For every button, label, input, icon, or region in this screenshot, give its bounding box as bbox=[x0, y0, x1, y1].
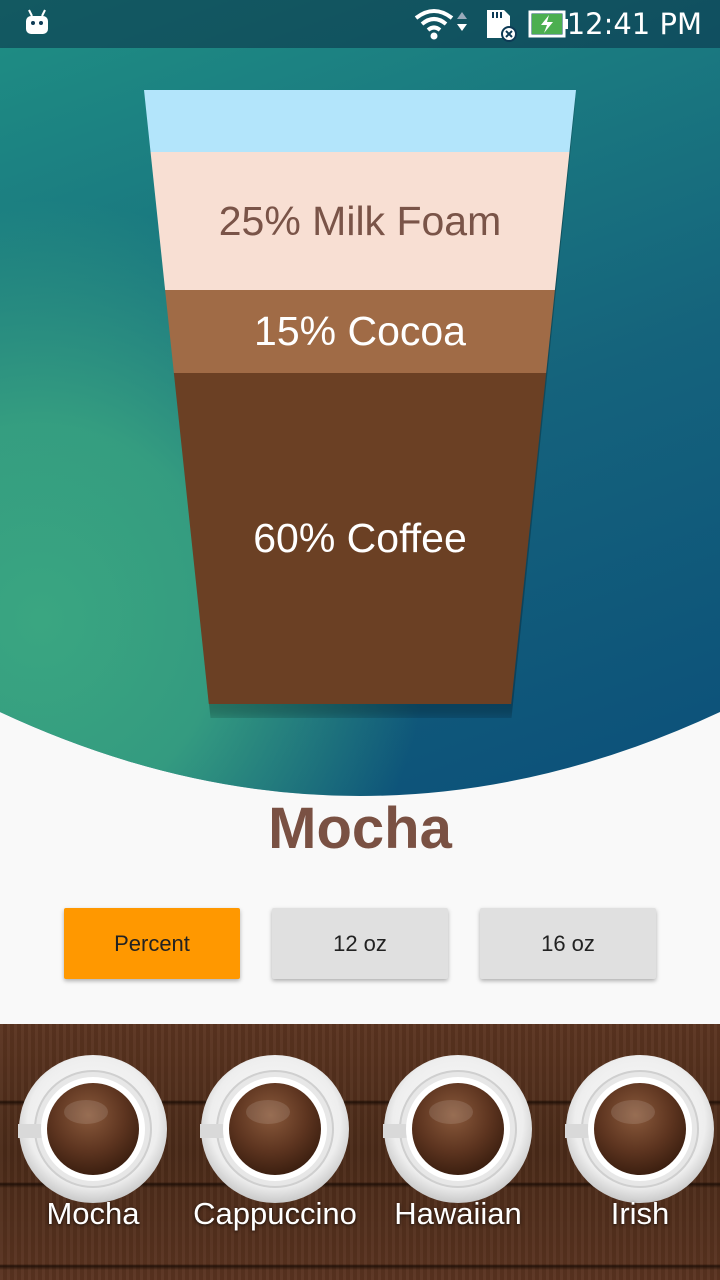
coffee-layer: 60% Coffee bbox=[144, 373, 576, 704]
coffee-option-label: Irish bbox=[610, 1196, 670, 1231]
drink-title: Mocha bbox=[268, 796, 452, 861]
coffee-option-label: Mocha bbox=[46, 1196, 140, 1231]
wifi-icon bbox=[414, 9, 467, 40]
status-time: 12:41 PM bbox=[566, 7, 702, 41]
drink-cup: 25% Milk Foam 15% Cocoa 60% Coffee bbox=[144, 90, 576, 704]
12oz-button[interactable]: 12 oz bbox=[272, 908, 448, 979]
coffee-option-hawaiian[interactable]: Hawaiian bbox=[383, 1054, 533, 1254]
status-bar: 12:41 PM bbox=[0, 0, 720, 48]
battery-charging-icon bbox=[528, 10, 568, 38]
coffee-option-label: Hawaiian bbox=[394, 1196, 522, 1231]
cup-top-layer bbox=[144, 90, 576, 152]
coffee-option-cappuccino[interactable]: Cappuccino bbox=[193, 1054, 357, 1254]
coffee-cup-icon bbox=[565, 1055, 714, 1203]
coffee-option-mocha[interactable]: Mocha bbox=[18, 1054, 168, 1254]
coffee-cup-icon bbox=[383, 1055, 532, 1203]
coffee-option-irish[interactable]: Irish bbox=[565, 1054, 715, 1254]
coffee-cup-icon bbox=[18, 1055, 167, 1203]
android-debug-icon bbox=[26, 9, 48, 34]
coffee-cup-icon bbox=[200, 1055, 349, 1203]
16oz-button[interactable]: 16 oz bbox=[480, 908, 656, 979]
cocoa-layer: 15% Cocoa bbox=[144, 290, 576, 373]
milk-foam-layer: 25% Milk Foam bbox=[144, 152, 576, 290]
percent-button[interactable]: Percent bbox=[64, 908, 240, 979]
sd-card-icon bbox=[487, 10, 517, 42]
coffee-option-label: Cappuccino bbox=[193, 1196, 357, 1231]
